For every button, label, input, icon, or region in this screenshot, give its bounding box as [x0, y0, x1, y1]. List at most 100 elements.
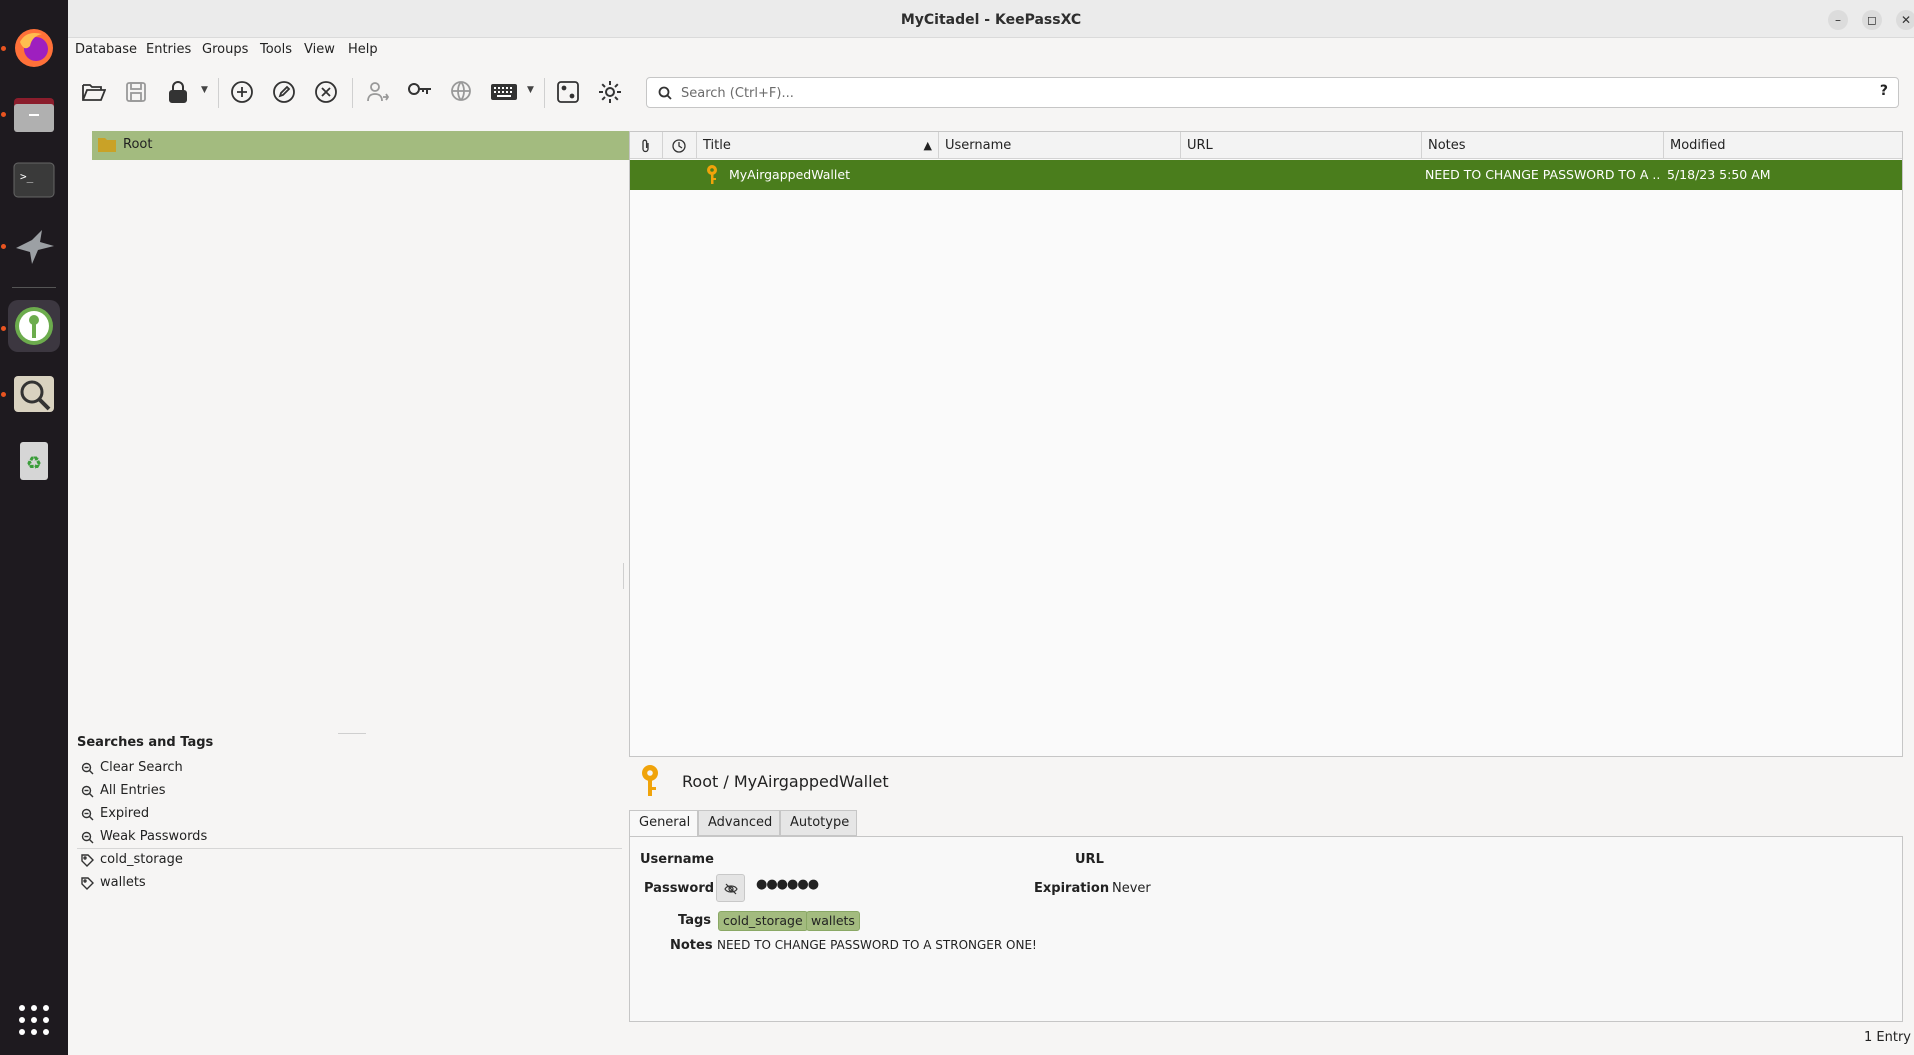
vertical-splitter-handle[interactable] [623, 563, 624, 589]
group-tree-item-root[interactable]: Root [92, 131, 635, 160]
column-modified[interactable]: Modified [1664, 132, 1902, 159]
firefox-icon[interactable] [8, 22, 60, 74]
add-entry-icon[interactable] [228, 78, 256, 106]
table-row[interactable]: MyAirgappedWallet NEED TO CHANGE PASSWOR… [630, 160, 1902, 190]
cell-notes: NEED TO CHANGE PASSWORD TO A ... [1425, 167, 1661, 182]
copy-url-icon[interactable] [448, 78, 476, 106]
search-help-button[interactable]: ? [1880, 83, 1888, 99]
table-header: Title ▲ Username URL Notes Modified [630, 132, 1902, 159]
clock-icon [672, 139, 686, 153]
saved-search-icon [81, 762, 94, 775]
title-bar: MyCitadel - KeePassXC – ◻ ✕ [68, 0, 1914, 38]
maximize-button[interactable]: ◻ [1862, 10, 1882, 30]
toggle-password-button[interactable] [716, 874, 745, 902]
search-field[interactable]: ? [646, 77, 1899, 108]
password-generator-icon[interactable] [554, 78, 582, 106]
open-database-icon[interactable] [80, 78, 108, 106]
menu-view[interactable]: View [304, 42, 335, 57]
files-icon[interactable] [8, 88, 60, 140]
username-label: Username [640, 852, 714, 867]
tag-wallets[interactable]: wallets [81, 872, 621, 894]
menu-database[interactable]: Database [75, 42, 137, 57]
svg-text:♻: ♻ [26, 453, 42, 474]
tab-general[interactable]: General [629, 810, 698, 836]
search-expired[interactable]: Expired [81, 803, 621, 825]
search-icon [658, 86, 672, 100]
tag-chip-wallets: wallets [806, 911, 860, 931]
key-entry-icon [642, 765, 658, 796]
search-all-entries[interactable]: All Entries [81, 780, 621, 802]
password-mask: ●●●●●● [756, 877, 819, 892]
close-window-button[interactable]: ✕ [1896, 10, 1914, 30]
column-notes[interactable]: Notes [1422, 132, 1664, 159]
search-weak-passwords[interactable]: Weak Passwords [81, 826, 621, 848]
minimize-button[interactable]: – [1828, 10, 1848, 30]
bird-app-icon[interactable] [8, 220, 60, 272]
menu-tools[interactable]: Tools [260, 42, 292, 57]
tag-icon [81, 877, 94, 890]
menu-bar: Database Entries Groups Tools View Help [68, 38, 1914, 64]
preview-title: Root / MyAirgappedWallet [682, 772, 889, 791]
search-clear[interactable]: Clear Search [81, 757, 621, 779]
status-entry-count: 1 Entry [1864, 1030, 1911, 1045]
edit-entry-icon[interactable] [270, 78, 298, 106]
app-grid-icon[interactable] [8, 994, 60, 1046]
menu-entries[interactable]: Entries [146, 42, 191, 57]
cell-title: MyAirgappedWallet [729, 167, 850, 182]
keepassxc-icon[interactable] [8, 300, 60, 352]
trash-icon[interactable]: ♻ [8, 434, 60, 486]
cell-username [945, 160, 1181, 190]
svg-text:>_: >_ [20, 170, 34, 183]
preview-general-body: Username Password ●●●●●● Tags cold_stora… [629, 836, 1903, 1022]
column-username[interactable]: Username [939, 132, 1181, 159]
lock-database-icon[interactable] [164, 78, 192, 106]
search-input[interactable] [681, 83, 1831, 103]
menu-help[interactable]: Help [348, 42, 378, 57]
entry-table: Title ▲ Username URL Notes Modified MyAi… [629, 131, 1903, 757]
settings-gear-icon[interactable] [596, 78, 624, 106]
column-attachment[interactable] [630, 132, 663, 159]
column-title[interactable]: Title ▲ [697, 132, 939, 159]
copy-username-icon[interactable] [364, 78, 392, 106]
password-label: Password [644, 881, 715, 896]
copy-password-icon[interactable] [406, 78, 434, 106]
image-viewer-icon[interactable] [8, 368, 60, 420]
saved-search-icon [81, 808, 94, 821]
tab-advanced[interactable]: Advanced [698, 810, 780, 836]
sort-ascending-icon: ▲ [923, 139, 932, 152]
eye-hidden-icon [724, 883, 738, 895]
terminal-icon[interactable]: >_ [8, 154, 60, 206]
cell-url [1187, 160, 1422, 190]
column-url[interactable]: URL [1181, 132, 1422, 159]
tag-icon [81, 854, 94, 867]
tag-label: cold_storage [100, 852, 183, 867]
search-label: Expired [100, 806, 150, 821]
saved-search-icon [81, 831, 94, 844]
expiration-label: Expiration [1034, 881, 1110, 896]
menu-groups[interactable]: Groups [202, 42, 248, 57]
expiration-value: Never [1112, 881, 1151, 896]
search-label: Weak Passwords [100, 829, 208, 844]
tab-autotype[interactable]: Autotype [780, 810, 857, 836]
delete-entry-icon[interactable] [312, 78, 340, 106]
column-expiry[interactable] [663, 132, 697, 159]
autotype-dropdown-icon[interactable]: ▼ [527, 85, 534, 95]
splitter-handle[interactable] [338, 733, 366, 734]
autotype-keyboard-icon[interactable] [490, 78, 518, 106]
url-label: URL [1075, 852, 1104, 867]
searches-and-tags-title: Searches and Tags [77, 735, 214, 750]
keepassxc-window: MyCitadel - KeePassXC – ◻ ✕ Database Ent… [68, 0, 1914, 1055]
saved-search-icon [81, 785, 94, 798]
key-entry-icon [707, 165, 717, 184]
window-title: MyCitadel - KeePassXC [900, 12, 1082, 28]
column-title-label: Title [703, 138, 731, 153]
lock-dropdown-icon[interactable]: ▼ [201, 85, 208, 95]
entry-preview-panel: Root / MyAirgappedWallet ✕ General Advan… [629, 758, 1903, 1022]
tag-cold-storage[interactable]: cold_storage [81, 849, 621, 871]
cell-modified: 5/18/23 5:50 AM [1667, 167, 1771, 182]
notes-value: NEED TO CHANGE PASSWORD TO A STRONGER ON… [717, 938, 1037, 952]
ubuntu-dock: >_ ♻ [0, 0, 68, 1055]
tags-label: Tags [678, 913, 712, 928]
save-database-icon [122, 78, 150, 106]
paperclip-icon [642, 139, 649, 153]
